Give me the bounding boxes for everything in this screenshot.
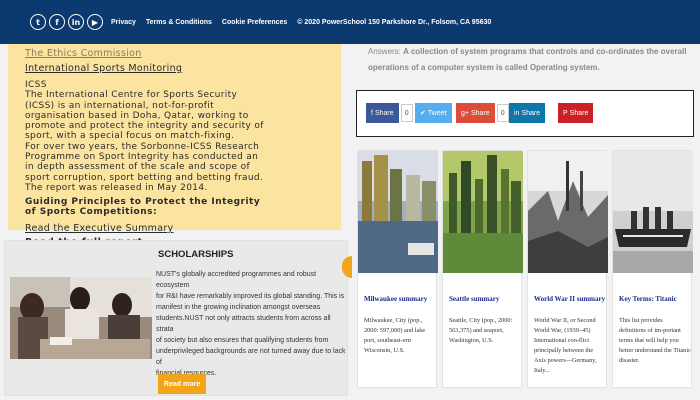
milwaukee-photo [358, 151, 438, 273]
icss-line: sport corruption, sport betting and bett… [25, 172, 264, 183]
icss-line: The report was released in May 2014. [25, 182, 208, 193]
executive-summary-link[interactable]: Read the Executive Summary [25, 223, 325, 234]
scholar-line: for R&I have remarkably improved its glo… [156, 293, 345, 300]
scholar-line: NUST's globally accredited programmes an… [156, 271, 317, 289]
answer-label: Answers: [368, 47, 401, 56]
pinterest-icon: P [563, 109, 568, 117]
answer-text: Answers: A collection of system programs… [368, 44, 694, 76]
scholar-line: students.NUST not only attracts students… [156, 315, 331, 333]
share-bar: f Share 0 ✔ Tweet g+ Share 0 in Share P Share [356, 90, 694, 137]
top-navbar: t f in ▶ Privacy Terms & Conditions Cook… [0, 0, 700, 44]
linkedin-share[interactable]: in Share [509, 103, 546, 123]
privacy-link[interactable]: Privacy [111, 19, 136, 26]
facebook-icon: f [371, 109, 373, 117]
guiding-principles-heading: Guiding Principles to Protect the Integr… [25, 197, 325, 217]
terms-link[interactable]: Terms & Conditions [146, 19, 212, 26]
students-photo [10, 277, 152, 359]
scholar-line: of society but also ensures that qualify… [156, 337, 329, 344]
card-description: Seattle, City (pop., 2000: 563,375) and … [449, 317, 513, 344]
read-more-button[interactable]: Read more [158, 374, 206, 394]
cookie-preferences-link[interactable]: Cookie Preferences [222, 19, 287, 26]
icss-line: in depth assessment of the scale and sco… [25, 162, 251, 173]
share-label: Share [470, 109, 490, 117]
facebook-share[interactable]: f Share 0 [366, 103, 413, 123]
titanic-photo [613, 151, 693, 273]
twitter-share[interactable]: ✔ Tweet [415, 103, 452, 123]
seattle-photo [443, 151, 523, 273]
social-links: t f in ▶ [30, 14, 103, 30]
icss-line: promote and protect the integrity and se… [25, 121, 264, 132]
heading-line: of Sports Competitions: [25, 207, 158, 218]
share-label: Share [521, 109, 541, 117]
footer-links: Privacy Terms & Conditions Cookie Prefer… [111, 19, 491, 26]
share-count: 0 [496, 104, 509, 122]
pinterest-share[interactable]: P Share [558, 103, 594, 123]
card-title[interactable]: Seattle summary [449, 295, 521, 303]
icss-line: Programme on Sport Integrity has conduct… [25, 152, 259, 163]
card-title[interactable]: Key Terms: Titanic [619, 295, 691, 303]
card-seattle[interactable]: Seattle summary Seattle, City (pop., 200… [442, 150, 523, 388]
twitter-share-button[interactable]: ✔ Tweet [415, 103, 452, 123]
share-label: Tweet [427, 109, 447, 117]
heading-line: Guiding Principles to Protect the Integr… [25, 197, 261, 208]
share-label: Share [569, 109, 589, 117]
facebook-share-button[interactable]: f Share [366, 103, 399, 123]
ethics-commission-link[interactable]: The Ethics Commission [25, 48, 325, 59]
card-title[interactable]: World War II summary [534, 295, 606, 303]
linkedin-share-button[interactable]: in Share [509, 103, 546, 123]
scholarships-description: NUST's globally accredited programmes an… [156, 269, 346, 379]
icss-info-panel: The Ethics Commission International Spor… [8, 44, 341, 248]
copyright-text: © 2020 PowerSchool 150 Parkshore Dr., Fo… [297, 18, 492, 26]
card-description: World War II, or Second World War, (1939… [534, 317, 597, 374]
icss-line: The International Centre for Sports Secu… [25, 90, 238, 101]
icss-line: (ICSS) is an international, not-for-prof… [25, 100, 215, 111]
icss-line: ICSS [25, 80, 47, 90]
pinterest-share-button[interactable]: P Share [558, 103, 594, 123]
scholarships-card: SCHOLARSHIPS NUST's globally accredited … [4, 240, 348, 396]
sports-monitoring-link[interactable]: International Sports Monitoring [25, 63, 325, 74]
icss-line: For over two years, the Sorbonne-ICSS Re… [25, 141, 260, 152]
answer-body: A collection of system programs that con… [368, 47, 687, 72]
twitter-icon: ✔ [420, 110, 426, 117]
linkedin-icon: in [514, 109, 520, 117]
card-titanic[interactable]: Key Terms: Titanic This list provides de… [612, 150, 693, 388]
card-world-war-ii[interactable]: World War II summary World War II, or Se… [527, 150, 608, 388]
scholarships-title: SCHOLARSHIPS [158, 249, 234, 260]
share-label: Share [374, 109, 394, 117]
card-description: This list provides definitions of im-por… [619, 317, 691, 364]
card-description: Milwaukee, City (pop., 2000: 597,000) an… [364, 317, 426, 354]
facebook-icon[interactable]: f [49, 14, 65, 30]
card-title[interactable]: Milwaukee summary [364, 295, 436, 303]
google-plus-share[interactable]: g+ Share 0 [456, 103, 509, 123]
icss-description: ICSS The International Centre for Sports… [25, 80, 325, 193]
card-milwaukee[interactable]: Milwaukee summary Milwaukee, City (pop.,… [357, 150, 438, 388]
google-plus-icon: g+ [461, 109, 469, 117]
youtube-icon[interactable]: ▶ [87, 14, 103, 30]
twitter-icon[interactable]: t [30, 14, 46, 30]
scholar-line: underprivileged backgrounds are not turn… [156, 348, 346, 366]
share-count: 0 [400, 104, 413, 122]
icss-line: organisation based in Doha, Qatar, worki… [25, 110, 249, 121]
world-war-ii-photo [528, 151, 608, 273]
linkedin-icon[interactable]: in [68, 14, 84, 30]
scholar-line: manifest in the growing inclination amon… [156, 304, 321, 311]
google-plus-share-button[interactable]: g+ Share [456, 103, 495, 123]
icss-line: sport, with a special focus on match-fix… [25, 131, 235, 142]
